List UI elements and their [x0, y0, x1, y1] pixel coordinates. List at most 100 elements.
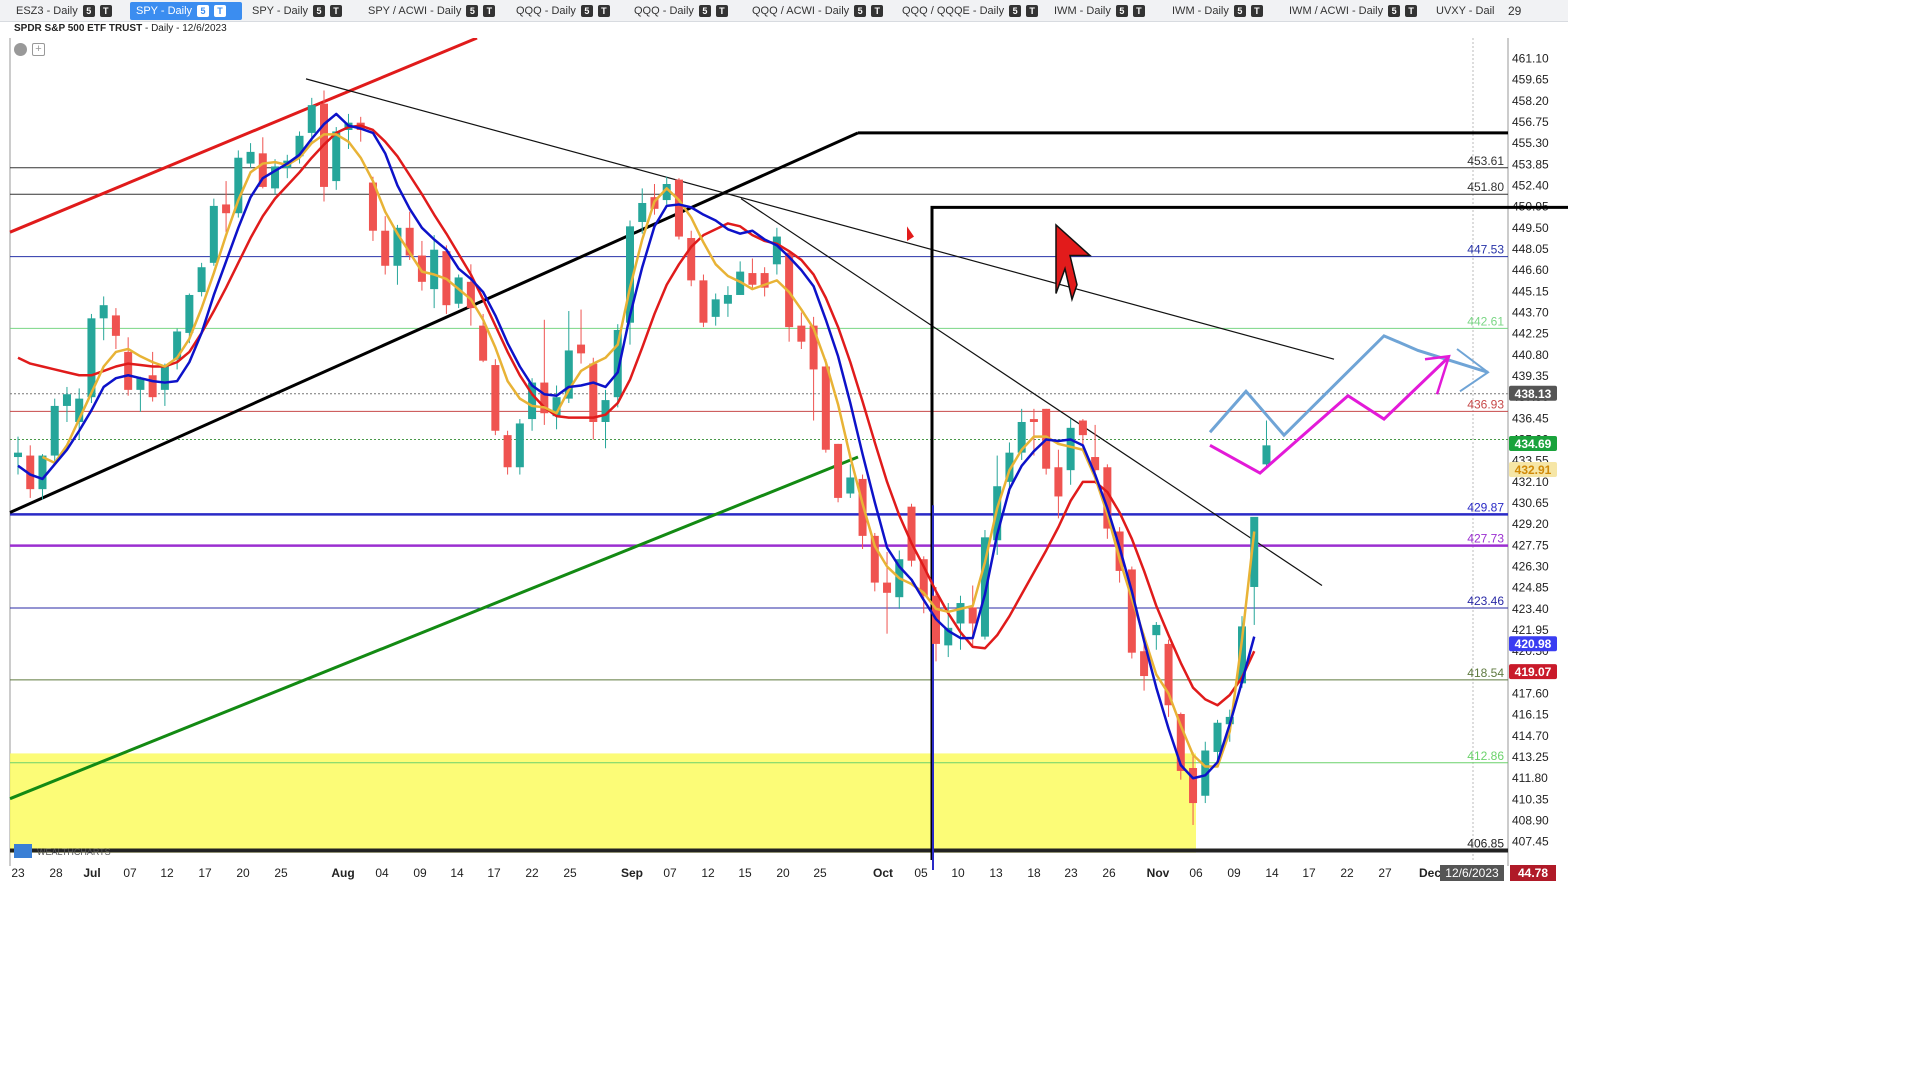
candle-body: [846, 477, 855, 494]
projection-magenta: [1209, 356, 1450, 475]
tab-6[interactable]: QQQ / ACWI - Daily 5 T: [746, 2, 884, 20]
y-tick-label: 427.75: [1512, 538, 1549, 552]
tab-label: IWM - Daily: [1172, 5, 1229, 17]
x-axis-label: 25: [813, 866, 827, 880]
x-axis-label: 12: [701, 866, 715, 880]
tab-badge[interactable]: T: [330, 5, 343, 18]
candle-body: [589, 363, 598, 422]
tab-badge[interactable]: T: [1405, 5, 1418, 18]
tab-badge[interactable]: T: [99, 5, 112, 18]
candle-body: [674, 179, 683, 237]
x-axis-label: 17: [198, 866, 212, 880]
cursor-arrow: [1055, 223, 1092, 303]
tab-11[interactable]: UVXY - Dail: [1430, 2, 1510, 20]
tab-badge[interactable]: T: [871, 5, 884, 18]
candle-body: [50, 405, 59, 456]
tab-overflow-count[interactable]: 29: [1508, 4, 1521, 18]
candle-body: [222, 204, 231, 214]
level-label: 418.54: [1467, 666, 1504, 680]
y-tick-label: 436.45: [1512, 411, 1549, 425]
price-tag-label: 419.07: [1515, 665, 1552, 679]
tab-10[interactable]: IWM / ACWI - Daily 5 T: [1283, 2, 1418, 20]
candle-body: [1066, 427, 1075, 471]
x-axis-label: Aug: [331, 866, 354, 880]
tab-badge[interactable]: 5: [1233, 5, 1246, 18]
tab-4[interactable]: QQQ - Daily 5 T: [510, 2, 610, 20]
tab-label: SPY - Daily: [136, 5, 193, 17]
tab-badge[interactable]: 5: [82, 5, 95, 18]
y-tick-label: 458.20: [1512, 94, 1549, 108]
symbol-name: SPDR S&P 500 ETF TRUST: [14, 23, 143, 34]
tab-badge[interactable]: T: [214, 5, 227, 18]
x-axis-label: 09: [413, 866, 427, 880]
tab-badge[interactable]: T: [715, 5, 728, 18]
tab-badge[interactable]: 5: [1388, 5, 1401, 18]
candle-body: [577, 344, 586, 354]
candle-body: [246, 151, 255, 164]
y-tick-label: 443.70: [1512, 305, 1549, 319]
x-axis-label: 17: [487, 866, 501, 880]
x-axis-label: 06: [1189, 866, 1203, 880]
tab-badge[interactable]: 5: [466, 5, 479, 18]
candle-body: [99, 305, 108, 319]
tab-badge[interactable]: T: [483, 5, 496, 18]
tab-8[interactable]: IWM - Daily 5 T: [1048, 2, 1148, 20]
tab-label: IWM / ACWI - Daily: [1289, 5, 1384, 17]
tab-label: SPY / ACWI - Daily: [368, 5, 462, 17]
level-label: 406.85: [1467, 837, 1504, 851]
x-axis-label: 23: [1064, 866, 1078, 880]
x-badge: 44.78: [1518, 866, 1548, 880]
y-tick-label: 407.45: [1512, 835, 1549, 849]
y-tick-label: 416.15: [1512, 708, 1549, 722]
tab-badge[interactable]: 5: [313, 5, 326, 18]
tab-badge[interactable]: 5: [854, 5, 867, 18]
level-label: 429.87: [1467, 500, 1504, 514]
tab-2[interactable]: SPY - Daily 5 T: [246, 2, 346, 20]
candle-body: [479, 325, 488, 361]
trendline-black-rising: [9, 131, 859, 514]
y-tick-label: 452.40: [1512, 178, 1549, 192]
candle-body: [148, 375, 157, 398]
price-chart[interactable]: 461.10 459.65 458.20 456.75 455.30 453.85 452.…: [0, 38, 1568, 882]
x-axis-label: 05: [914, 866, 928, 880]
y-tick-label: 430.65: [1512, 496, 1549, 510]
y-tick-label: 455.30: [1512, 136, 1549, 150]
tab-badge[interactable]: T: [1250, 5, 1263, 18]
chart-title: SPDR S&P 500 ETF TRUST - Daily - 12/6/20…: [14, 23, 227, 34]
wealthcharts-logo-mark: [14, 844, 32, 858]
tab-badge[interactable]: T: [1026, 5, 1039, 18]
tab-9[interactable]: IWM - Daily 5 T: [1166, 2, 1266, 20]
x-axis-label: 22: [525, 866, 539, 880]
y-tick-label: 442.25: [1512, 327, 1549, 341]
y-tick-label: 453.85: [1512, 157, 1549, 171]
level-label: 451.80: [1467, 180, 1504, 194]
tab-5[interactable]: QQQ - Daily 5 T: [628, 2, 728, 20]
tab-3[interactable]: SPY / ACWI - Daily 5 T: [362, 2, 496, 20]
tab-badge[interactable]: 5: [197, 5, 210, 18]
tab-1[interactable]: SPY - Daily 5 T: [130, 2, 242, 20]
x-axis-label: 07: [123, 866, 137, 880]
tab-badge[interactable]: 5: [698, 5, 711, 18]
y-tick-label: 411.80: [1512, 771, 1548, 785]
tab-7[interactable]: QQQ / QQQE - Daily 5 T: [896, 2, 1039, 20]
tab-badge[interactable]: T: [1132, 5, 1145, 18]
x-axis-label: 15: [738, 866, 752, 880]
x-axis-label: 04: [375, 866, 389, 880]
chart-svg[interactable]: 461.10 459.65 458.20 456.75 455.30 453.85 452.…: [0, 38, 1568, 882]
candle-body: [834, 443, 843, 498]
y-tick-label: 445.15: [1512, 284, 1549, 298]
tab-label: ESZ3 - Daily: [16, 5, 78, 17]
candle-body: [430, 249, 439, 290]
y-tick-label: 417.60: [1512, 687, 1549, 701]
tab-0[interactable]: ESZ3 - Daily 5 T: [10, 2, 112, 20]
candle-body: [185, 294, 194, 333]
trendline-thin-1: [305, 78, 1335, 360]
y-tick-label: 461.10: [1512, 51, 1549, 65]
candle-body: [1262, 445, 1271, 465]
tab-badge[interactable]: T: [597, 5, 610, 18]
tab-badge[interactable]: 5: [1009, 5, 1022, 18]
y-tick-label: 459.65: [1512, 73, 1549, 87]
tab-badge[interactable]: 5: [1115, 5, 1128, 18]
tab-badge[interactable]: 5: [580, 5, 593, 18]
cursor-marker: [907, 226, 914, 241]
